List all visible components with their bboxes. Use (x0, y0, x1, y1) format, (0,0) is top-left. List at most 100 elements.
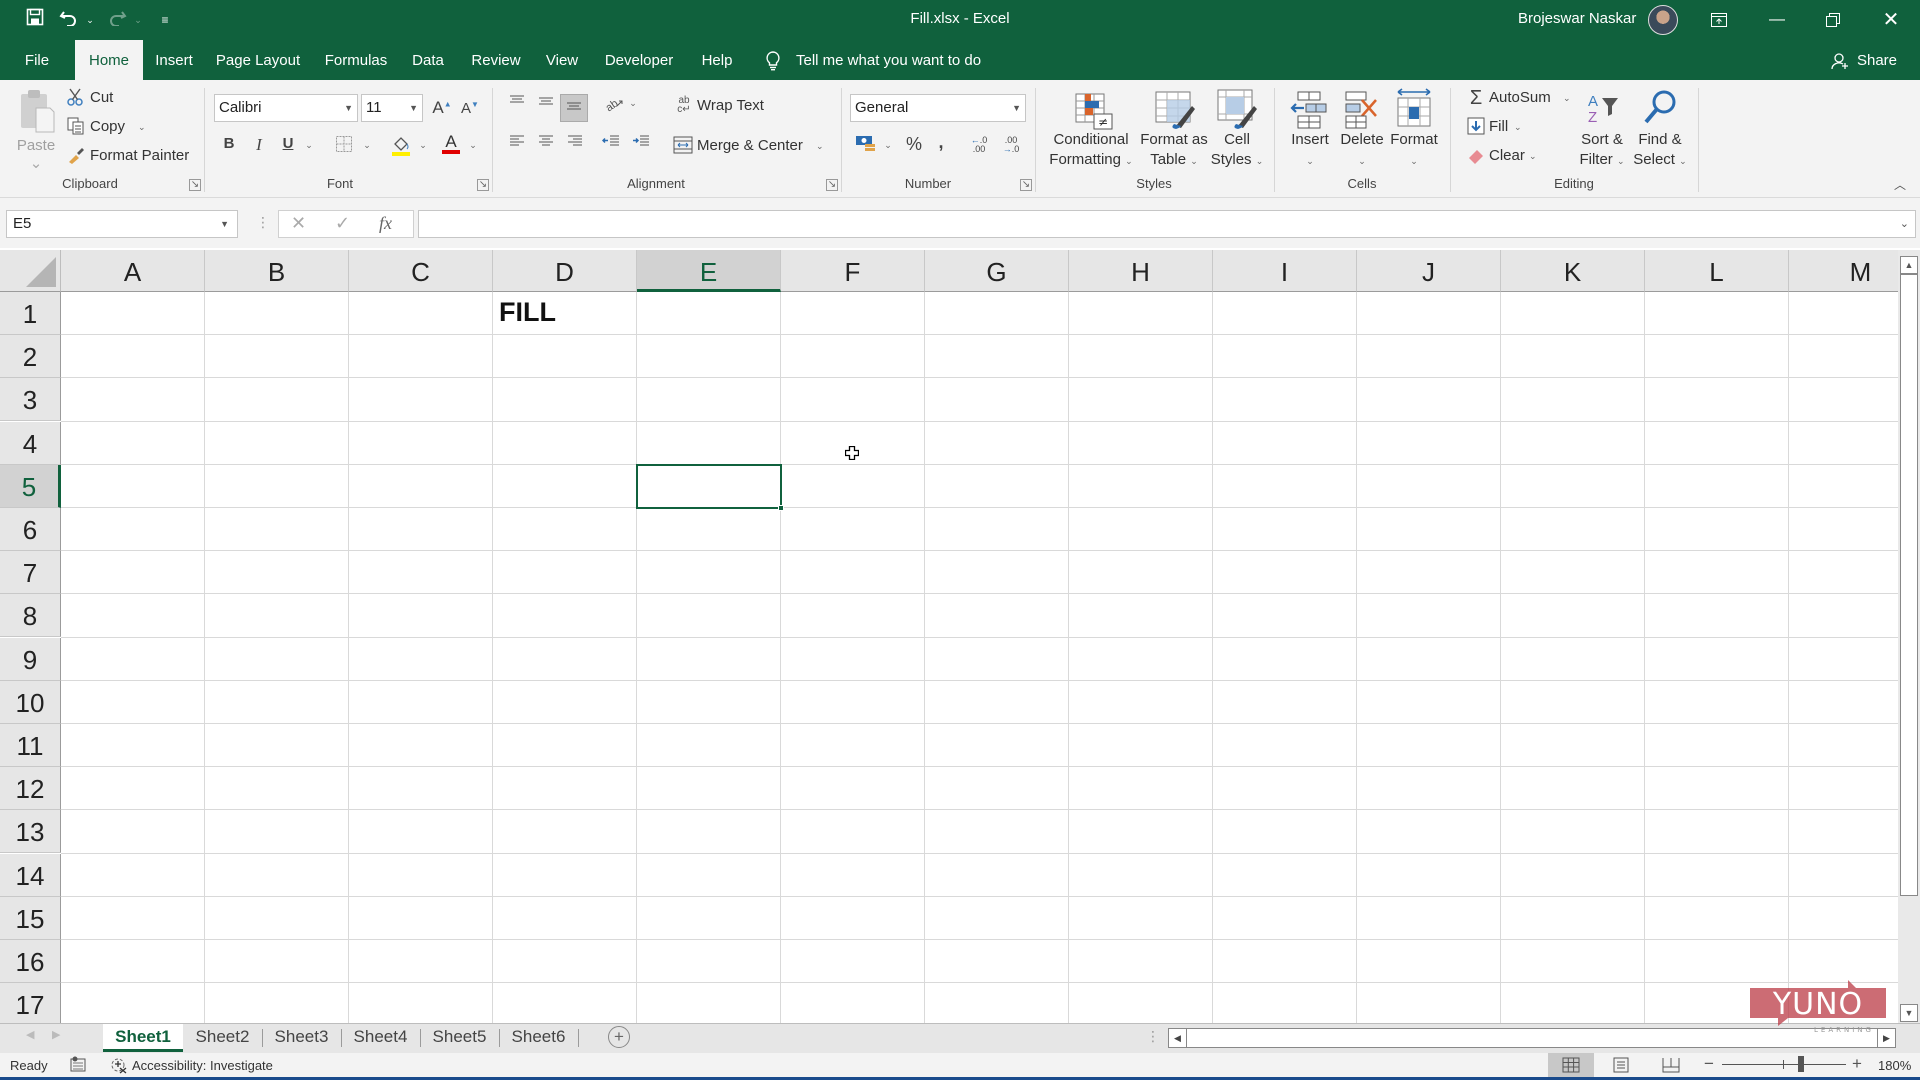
format-cells-icon[interactable] (1394, 88, 1434, 130)
fill-color-icon[interactable] (390, 134, 412, 160)
collapse-ribbon-icon[interactable]: ︿ (1894, 176, 1906, 193)
format-as-table-icon[interactable] (1154, 90, 1196, 130)
user-name[interactable]: Brojeswar Naskar (1518, 10, 1636, 27)
select-all-button[interactable] (0, 250, 61, 292)
sheet-tab-sheet4[interactable]: Sheet4 (341, 1024, 420, 1052)
scroll-sheets-left-icon[interactable]: ◀ (26, 1028, 34, 1041)
paste-dropdown-icon[interactable]: ⌄ (14, 154, 58, 174)
close-icon[interactable]: ✕ (1868, 0, 1914, 40)
borders-icon[interactable] (334, 135, 354, 157)
row-header-8[interactable]: 8 (0, 594, 61, 638)
column-header-c[interactable]: C (349, 250, 493, 292)
cut-button[interactable]: Cut (90, 89, 113, 106)
find-select-button[interactable]: Find & Select ⌄ (1628, 130, 1692, 171)
bottom-align-icon[interactable] (560, 94, 588, 122)
column-header-g[interactable]: G (925, 250, 1069, 292)
font-size-select[interactable]: 11 ▼ (361, 94, 423, 122)
insert-cells-icon[interactable] (1290, 90, 1330, 130)
alignment-dialog-launcher-icon[interactable]: ↘ (826, 179, 838, 191)
percent-style-button[interactable]: % (904, 134, 924, 155)
wrap-text-button[interactable]: Wrap Text (697, 97, 764, 114)
tab-splitter-icon[interactable]: ⋮ (1146, 1028, 1160, 1045)
merge-center-dropdown-icon[interactable]: ⌄ (816, 141, 824, 152)
accessibility-icon[interactable] (110, 1056, 128, 1077)
underline-dropdown-icon[interactable]: ⌄ (304, 140, 314, 151)
orientation-icon[interactable]: ab (602, 94, 626, 116)
fill-handle[interactable] (778, 505, 784, 511)
clipboard-dialog-launcher-icon[interactable]: ↘ (189, 179, 201, 191)
underline-button[interactable]: U (279, 135, 297, 152)
font-color-dropdown-icon[interactable]: ⌄ (468, 140, 478, 151)
zoom-in-button[interactable]: + (1852, 1054, 1862, 1074)
tab-developer[interactable]: Developer (598, 40, 680, 80)
cell-styles-button[interactable]: Cell Styles ⌄ (1204, 130, 1270, 171)
bold-button[interactable]: B (220, 135, 238, 152)
sort-filter-icon[interactable]: AZ (1584, 90, 1624, 126)
paste-icon[interactable] (18, 88, 56, 138)
cell-styles-icon[interactable] (1216, 88, 1258, 130)
copy-dropdown-icon[interactable]: ⌄ (138, 122, 146, 133)
vertical-scrollbar[interactable]: ▲ ▼ (1898, 250, 1920, 1023)
tab-review[interactable]: Review (464, 40, 528, 80)
column-header-d[interactable]: D (493, 250, 637, 292)
comma-style-button[interactable]: , (934, 132, 948, 153)
accounting-dropdown-icon[interactable]: ⌄ (883, 140, 893, 151)
font-name-select[interactable]: Calibri ▼ (214, 94, 358, 122)
accessibility-status[interactable]: Accessibility: Investigate (132, 1058, 273, 1073)
normal-view-button[interactable] (1548, 1053, 1594, 1077)
decrease-indent-icon[interactable] (600, 134, 622, 152)
formula-bar-splitter-icon[interactable]: ⋮ (256, 214, 270, 231)
decrease-font-size-icon[interactable]: A▼ (460, 100, 480, 117)
find-select-icon[interactable] (1640, 88, 1680, 128)
cell-d1[interactable]: FILL (499, 297, 556, 328)
column-header-e[interactable]: E (637, 250, 781, 292)
sheet-tab-sheet2[interactable]: Sheet2 (183, 1024, 262, 1052)
column-header-k[interactable]: K (1501, 250, 1645, 292)
insert-cells-button[interactable]: Insert ⌄ (1282, 130, 1338, 171)
tell-me-search[interactable]: Tell me what you want to do (796, 40, 981, 80)
row-header-1[interactable]: 1 (0, 292, 61, 335)
format-as-table-button[interactable]: Format as Table ⌄ (1138, 130, 1210, 171)
paste-button[interactable]: Paste (14, 136, 58, 156)
borders-dropdown-icon[interactable]: ⌄ (362, 140, 372, 151)
autosum-button[interactable]: AutoSum (1489, 89, 1551, 106)
row-header-9[interactable]: 9 (0, 637, 61, 681)
middle-align-icon[interactable] (535, 94, 557, 112)
scroll-up-icon[interactable]: ▲ (1900, 256, 1918, 274)
formula-input[interactable]: ⌄ (418, 210, 1916, 238)
clear-button[interactable]: Clear (1489, 147, 1525, 164)
page-layout-view-icon[interactable] (1612, 1057, 1630, 1076)
share-button[interactable]: Share (1852, 40, 1902, 80)
number-format-select[interactable]: General ▼ (850, 94, 1026, 122)
fill-button[interactable]: Fill (1489, 118, 1508, 135)
increase-font-size-icon[interactable]: A▲ (432, 98, 452, 118)
delete-cells-button[interactable]: Delete ⌄ (1332, 130, 1392, 171)
tab-home[interactable]: Home (75, 40, 143, 80)
column-header-f[interactable]: F (781, 250, 925, 292)
format-painter-button[interactable]: Format Painter (90, 147, 189, 164)
insert-function-icon[interactable]: fx (379, 213, 392, 234)
orientation-dropdown-icon[interactable]: ⌄ (628, 98, 638, 109)
row-header-5[interactable]: 5 (0, 464, 61, 508)
merge-center-button[interactable]: Merge & Center (697, 137, 803, 154)
conditional-formatting-button[interactable]: Conditional Formatting ⌄ (1044, 130, 1138, 171)
worksheet-grid[interactable]: ABCDEFGHIJKLM 1 2 3 4 5 6 7 8 9 10 11 12 13 14 15 16 17 … (0, 250, 1898, 1023)
tab-page-layout[interactable]: Page Layout (212, 40, 304, 80)
row-header-10[interactable]: 10 (0, 680, 61, 724)
tab-help[interactable]: Help (694, 40, 740, 80)
ribbon-display-options-icon[interactable] (1696, 0, 1742, 40)
sheet-tab-sheet3[interactable]: Sheet3 (262, 1024, 341, 1052)
align-left-icon[interactable] (506, 134, 528, 152)
column-header-l[interactable]: L (1645, 250, 1789, 292)
column-header-i[interactable]: I (1213, 250, 1357, 292)
fill-dropdown-icon[interactable]: ⌄ (1514, 122, 1522, 133)
tab-view[interactable]: View (540, 40, 584, 80)
scroll-sheets-right-icon[interactable]: ▶ (52, 1028, 60, 1041)
italic-button[interactable]: I (250, 135, 268, 155)
restore-icon[interactable] (1810, 0, 1856, 40)
cancel-icon[interactable]: ✕ (291, 213, 306, 234)
row-header-7[interactable]: 7 (0, 551, 61, 595)
conditional-formatting-icon[interactable]: ≠ (1074, 92, 1114, 130)
autosum-dropdown-icon[interactable]: ⌄ (1563, 93, 1571, 104)
decrease-decimal-icon[interactable]: .00 →.0 (1000, 136, 1022, 154)
